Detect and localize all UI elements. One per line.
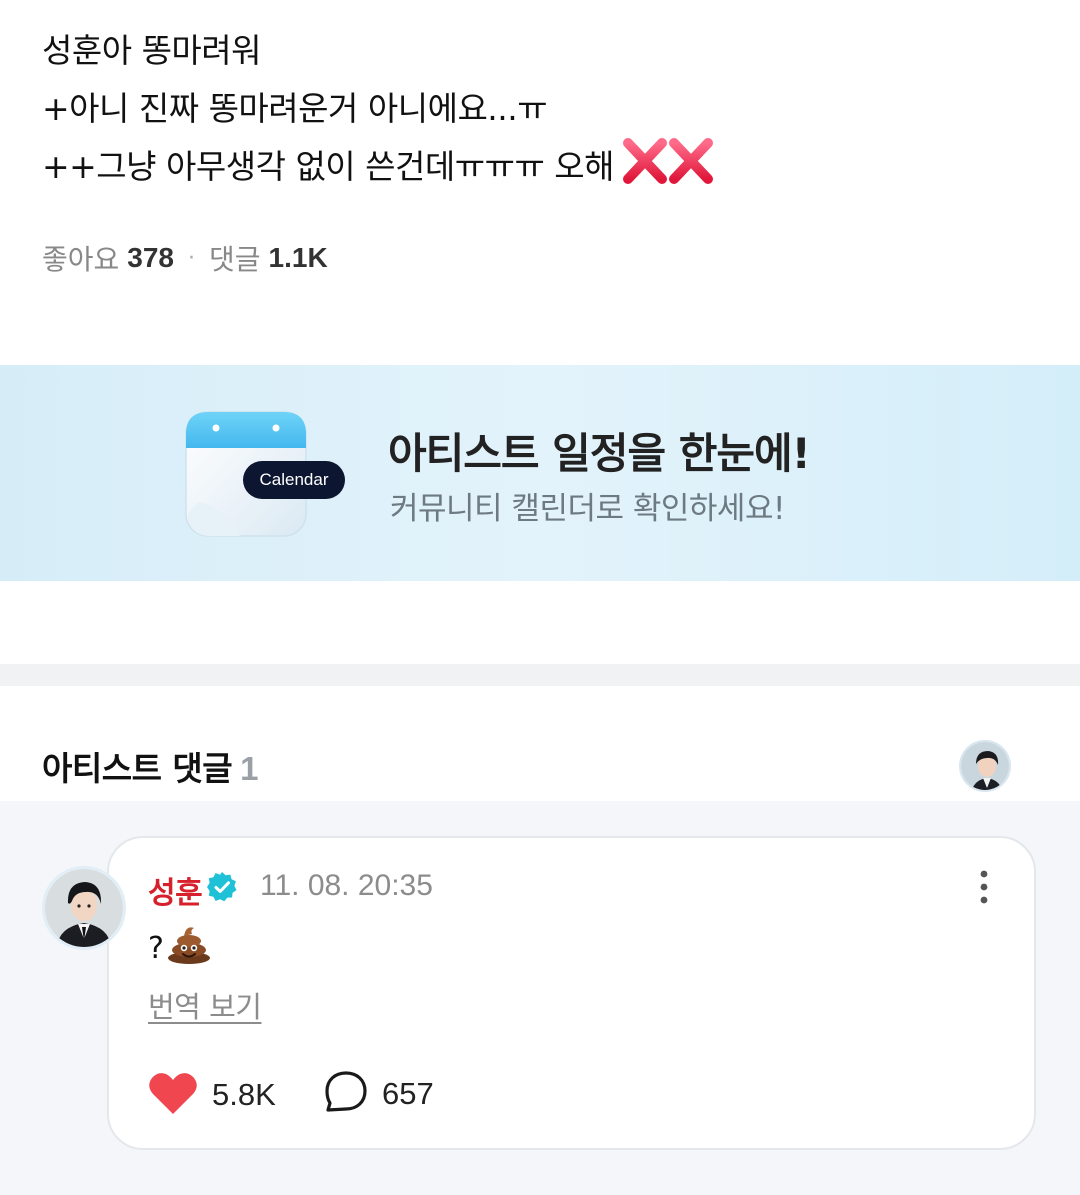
post-line-2: +아니 진짜 똥마려운거 아니에요...ㅠ [42, 89, 548, 128]
comment-reply-button[interactable]: 657 [324, 1070, 434, 1118]
verified-badge-icon [206, 871, 238, 907]
banner-subtitle: 커뮤니티 캘린더로 확인하세요! [390, 491, 785, 527]
comment-like-count: 5.8K [212, 1077, 276, 1112]
comments-label: 댓글 [209, 243, 261, 276]
calendar-tag: Calendar [243, 461, 345, 499]
artist-avatar[interactable] [959, 740, 1011, 792]
artist-comments-count: 1 [240, 750, 259, 787]
comment-like-button[interactable]: 5.8K [148, 1070, 276, 1120]
more-options-icon[interactable] [974, 868, 994, 908]
post-body: 성훈아 똥마려워 +아니 진짜 똥마려운거 아니에요...ㅠ ++그냥 아무생각… [42, 22, 1042, 202]
translate-link[interactable]: 번역 보기 [148, 984, 262, 1026]
cross-mark-icon [622, 138, 716, 202]
comment-reply-count: 657 [382, 1076, 434, 1111]
comment-text: ? [148, 924, 212, 972]
post-stats: 좋아요 378 · 댓글 1.1K [42, 238, 328, 278]
comment-author-name[interactable]: 성훈 [148, 868, 203, 912]
comment-timestamp: 11. 08. 20:35 [260, 869, 433, 902]
calendar-banner[interactable]: Calendar 아티스트 일정을 한눈에! 커뮤니티 캘린더로 확인하세요! [0, 365, 1080, 581]
post-line-1: 성훈아 똥마려워 [42, 31, 262, 70]
section-divider [0, 664, 1080, 686]
post-line-3: ++그냥 아무생각 없이 쓴건데ㅠㅠㅠ 오해 [42, 138, 1042, 202]
comments-count[interactable]: 1.1K [269, 242, 328, 274]
banner-title: 아티스트 일정을 한눈에! [388, 429, 811, 478]
comment-text-content: ? [148, 930, 164, 966]
poop-icon [166, 924, 212, 972]
likes-label: 좋아요 [42, 243, 120, 276]
stats-separator: · [188, 245, 195, 271]
likes-count[interactable]: 378 [127, 242, 174, 274]
heart-icon[interactable] [148, 1070, 198, 1120]
comment-author-avatar[interactable] [42, 866, 126, 950]
speech-bubble-icon[interactable] [324, 1070, 368, 1118]
post-line-3-text: ++그냥 아무생각 없이 쓴건데ㅠㅠㅠ 오해 [42, 147, 615, 186]
artist-comments-header: 아티스트 댓글 1 [42, 742, 259, 790]
artist-comments-title: 아티스트 댓글 [42, 749, 233, 788]
